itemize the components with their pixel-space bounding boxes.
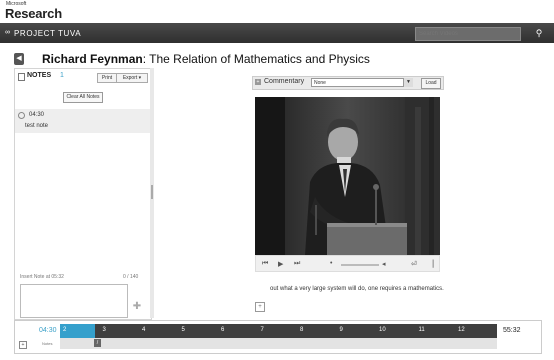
caption-text: out what a very large system will do, on… <box>270 286 444 292</box>
timeline-toggle-icon[interactable]: + <box>19 341 27 349</box>
segment-label[interactable]: 8 <box>300 327 303 333</box>
skip-back-icon[interactable]: ⏮ <box>262 260 268 268</box>
fullscreen-icon[interactable]: ▕ <box>428 260 433 268</box>
clear-all-notes-button[interactable]: Clear All Notes <box>63 92 103 103</box>
caption-area: + out what a very large system will do, … <box>255 278 535 318</box>
search-input[interactable] <box>416 28 522 40</box>
load-button[interactable]: Load <box>421 78 441 89</box>
segment-label[interactable]: 4 <box>142 327 145 333</box>
segment-label[interactable]: 9 <box>340 327 343 333</box>
segment-label[interactable]: 11 <box>419 327 425 333</box>
note-char-counter: 0 / 140 <box>123 274 139 280</box>
brand-logo-text: Research <box>5 6 62 21</box>
back-arrow-icon[interactable]: ◀ <box>14 53 24 65</box>
commentary-bar: + Commentary None ▼ Load <box>252 76 444 90</box>
notes-track[interactable]: / <box>60 338 497 349</box>
search-icon[interactable]: ⚲ <box>532 27 546 39</box>
player-controls: ⏮ ▶ ⏭ • ◂ ⏎ ▕ <box>255 255 440 272</box>
notes-label: NOTES <box>27 72 52 79</box>
print-button[interactable]: Print <box>97 73 117 83</box>
video-frame[interactable] <box>255 97 440 255</box>
clock-icon <box>18 112 25 119</box>
video-title-rest: : The Relation of Mathematics and Physic… <box>142 52 370 66</box>
notes-panel: NOTES 1 Print Export ▾ Clear All Notes 0… <box>14 68 152 320</box>
project-logo-icon: ∞ <box>5 29 10 36</box>
page-title: Richard Feynman: The Relation of Mathema… <box>42 52 370 66</box>
commentary-label: Commentary <box>264 78 305 85</box>
captions-icon[interactable]: ⏎ <box>411 260 417 268</box>
transcript-toggle-icon[interactable]: + <box>255 302 265 312</box>
commentary-dropdown[interactable]: None <box>311 78 413 87</box>
brand-bar: Microsoft Research <box>0 0 554 22</box>
notes-header: NOTES 1 Print Export ▾ <box>15 69 151 83</box>
notes-count-badge: 1 <box>60 72 64 79</box>
play-icon[interactable]: ▶ <box>278 260 283 268</box>
notes-icon <box>18 73 25 81</box>
collapse-icon[interactable]: + <box>255 79 261 85</box>
note-textarea[interactable] <box>20 284 128 318</box>
segment-label[interactable]: 2 <box>63 327 66 333</box>
splitter-grip[interactable] <box>151 185 153 199</box>
volume-slider[interactable] <box>341 264 379 266</box>
search-box[interactable] <box>415 27 522 41</box>
segment-label[interactable]: 12 <box>458 327 465 333</box>
add-note-plus-icon[interactable]: ✚ <box>131 301 143 313</box>
segment-label[interactable]: 10 <box>379 327 386 333</box>
export-button[interactable]: Export ▾ <box>116 73 148 83</box>
segment-label[interactable]: 3 <box>103 327 106 333</box>
export-label: Export <box>122 75 138 81</box>
note-marker-icon[interactable]: / <box>94 339 101 347</box>
total-time: 55:32 <box>503 327 521 334</box>
skip-forward-icon[interactable]: ⏭ <box>294 260 300 268</box>
top-nav-bar: ∞ PROJECT TUVA ⚲ <box>0 23 554 43</box>
chevron-down-icon[interactable]: ▼ <box>403 78 413 87</box>
volume-low-icon: • <box>330 260 333 267</box>
note-text: test note <box>25 123 49 129</box>
note-timestamp[interactable]: 04:30 <box>29 112 44 118</box>
segment-label[interactable]: 6 <box>221 327 224 333</box>
video-speaker-name: Richard Feynman <box>42 52 143 66</box>
timeline-segments[interactable]: 2 3 4 5 6 7 8 9 10 11 12 <box>60 324 497 338</box>
notes-track-label: Notes <box>42 341 53 346</box>
current-time: 04:30 <box>39 327 57 334</box>
timeline: 04:30 2 3 4 5 6 7 8 9 10 11 12 55:32 + Notes / <box>14 320 542 354</box>
project-title[interactable]: PROJECT TUVA <box>14 29 81 38</box>
speaker-icon[interactable]: ◂ <box>382 260 386 268</box>
note-item[interactable]: 04:30 test note <box>15 109 151 133</box>
segment-label[interactable]: 5 <box>182 327 185 333</box>
segment-label[interactable]: 7 <box>261 327 264 333</box>
video-still-image <box>255 97 440 255</box>
insert-note-label: Insert Note at 05:32 <box>20 274 64 280</box>
